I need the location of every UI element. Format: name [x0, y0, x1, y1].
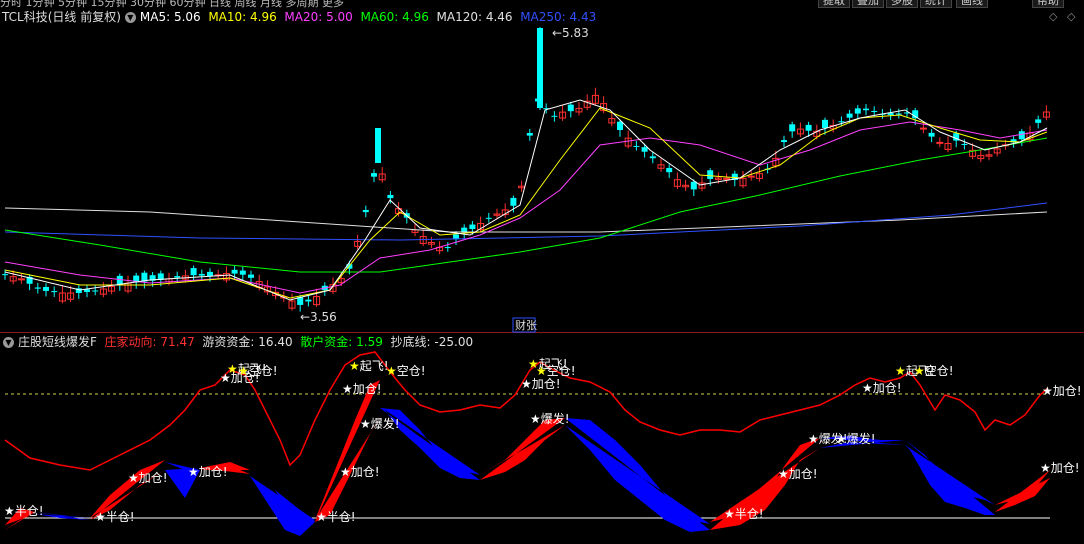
blue-band	[565, 418, 710, 532]
candle-body	[1035, 119, 1042, 123]
signal-kongcang: ★空仓!	[238, 364, 278, 378]
candle-body	[633, 145, 640, 147]
signal-kongcang: ★空仓!	[914, 364, 954, 378]
signal-jiacang: ★加仓!	[128, 471, 168, 485]
signal-jiacang: ★加仓!	[778, 467, 818, 481]
candle-body	[510, 197, 517, 206]
candle-body	[895, 113, 902, 115]
candle-body	[51, 291, 58, 293]
candle-body	[92, 290, 99, 292]
red-band	[315, 380, 385, 522]
candle-body	[649, 156, 656, 159]
ma120-line	[4, 207, 1048, 233]
candle-body	[789, 124, 796, 132]
signal-bancang: ★半仓!	[95, 510, 135, 524]
signal-jiacang: ★加仓!	[521, 377, 561, 391]
candle-body	[231, 269, 238, 274]
ma250-line	[4, 202, 1048, 241]
signal-qifei: ★起飞!	[349, 359, 389, 373]
candle-body	[854, 108, 861, 114]
chart-canvas[interactable]: ←5.83←3.56财张★半仓! ★半仓!★加仓! ★加仓!★加仓!★起飞!★空仓!…	[0, 0, 1084, 544]
signal-jiacang: ★加仓!	[340, 465, 380, 479]
candle-body	[371, 173, 377, 177]
candle-body	[617, 121, 623, 130]
candle-body	[469, 224, 476, 230]
candle-body	[239, 270, 246, 275]
candle-body	[919, 127, 927, 130]
candle-body	[912, 110, 919, 119]
candle-body	[641, 147, 648, 152]
signal-bancang: ★半仓!	[316, 510, 356, 524]
candle-body	[17, 278, 25, 281]
candle-body	[198, 273, 205, 276]
candle-body	[526, 132, 533, 136]
candle-body	[362, 209, 369, 213]
candle-body	[387, 194, 394, 199]
candle-body	[174, 276, 181, 278]
signal-baofa: ★爆发!	[836, 431, 876, 446]
candles	[2, 87, 1050, 312]
candle-body	[805, 124, 812, 131]
candle-body	[248, 274, 254, 278]
candle-body	[690, 181, 697, 190]
signal-baofa: ★爆发!	[360, 416, 400, 431]
candle-body	[1018, 131, 1025, 140]
red-band	[480, 418, 565, 480]
signal-baofa: ★爆发!	[530, 411, 570, 426]
candle-body	[207, 271, 213, 276]
candle-body	[551, 115, 558, 117]
candle-body	[863, 108, 869, 111]
signal-jiacang: ★加仓!	[862, 381, 902, 395]
red-band	[995, 470, 1050, 512]
date-marker: 财张	[515, 318, 537, 332]
candle-body	[928, 132, 935, 137]
candle-body	[707, 170, 714, 179]
signal-jiacang: ★加仓!	[342, 382, 382, 396]
candle-body	[846, 113, 853, 118]
candle-body	[43, 286, 49, 291]
blue-band	[250, 470, 315, 536]
candle-body	[961, 143, 968, 145]
candle-body	[305, 299, 312, 302]
low-price-label: ←3.56	[300, 310, 337, 324]
candle-body	[567, 104, 574, 112]
signal-jiacang: ★加仓!	[1040, 461, 1080, 475]
candle-body	[822, 119, 828, 128]
signal-jiacang: ★加仓!	[188, 465, 228, 479]
candle-body	[34, 287, 41, 289]
signal-kongcang: ★空仓!	[536, 364, 576, 378]
signal-jiacang: ★加仓!	[1042, 384, 1082, 398]
ma5-line	[4, 99, 1048, 301]
signal-kongcang: ★空仓!	[386, 364, 426, 378]
candle-body	[190, 268, 197, 276]
candle-body	[781, 140, 787, 142]
candle-body	[666, 167, 673, 173]
candle-body	[375, 128, 381, 163]
high-price-label: ←5.83	[552, 26, 589, 40]
candle-body	[838, 121, 845, 123]
candle-body	[871, 111, 878, 113]
signal-bancang: ★半仓!	[4, 504, 44, 518]
candle-body	[747, 175, 755, 178]
candle-body	[2, 274, 8, 276]
blue-band	[905, 440, 995, 515]
signal-bancang: ★半仓!	[724, 507, 764, 521]
candle-body	[936, 141, 944, 144]
candle-body	[485, 217, 492, 219]
candle-body	[723, 177, 731, 180]
ma10-line	[4, 107, 1048, 299]
candle-body	[444, 247, 451, 249]
ma60-line	[4, 137, 1048, 273]
